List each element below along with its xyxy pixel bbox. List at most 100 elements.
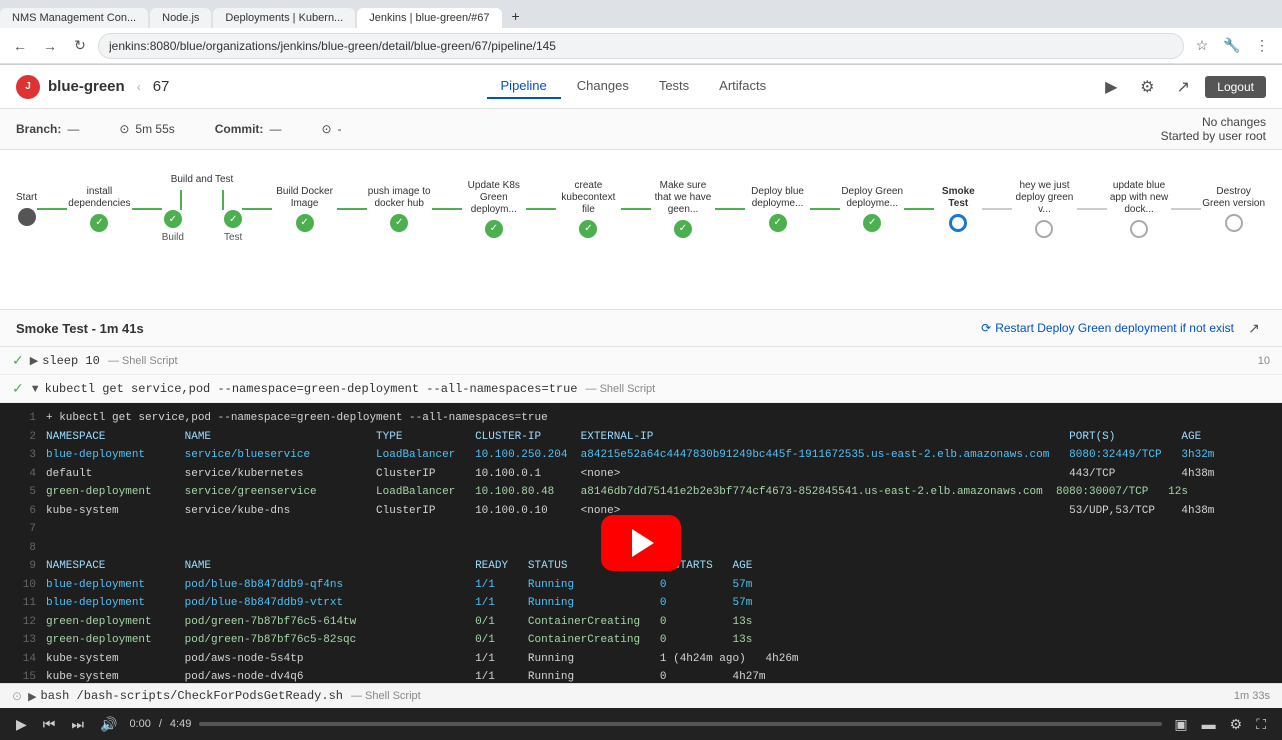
back-button[interactable]: ←: [8, 34, 32, 58]
external-link-icon[interactable]: ↗: [1169, 73, 1197, 101]
stage-update-k8s[interactable]: Update K8s Green deploym... ✓: [462, 180, 527, 238]
branch-test: ✓ Test: [224, 210, 242, 243]
tab-jenkins[interactable]: Jenkins | blue-green/#67: [357, 8, 501, 28]
branch-build: ✓ Build: [162, 210, 184, 243]
nav-pipeline[interactable]: Pipeline: [487, 74, 561, 99]
log-actions: ⟳ Restart Deploy Green deployment if not…: [981, 316, 1266, 340]
settings-button[interactable]: ⋮: [1250, 34, 1274, 58]
build-label: Build: [162, 232, 184, 243]
app-name: blue-green: [48, 78, 125, 95]
stage-destroy-green[interactable]: Destroy Green version: [1201, 186, 1266, 232]
tab-nms[interactable]: NMS Management Con...: [0, 8, 148, 28]
commit-value: —: [269, 122, 281, 136]
settings-icon[interactable]: ⚙: [1133, 73, 1161, 101]
pipeline-stages-wrapper: Start install dependencies ✓ Build and T…: [16, 166, 1266, 251]
stage-make-sure-node: ✓: [674, 220, 692, 238]
stage-install[interactable]: install dependencies ✓: [67, 186, 132, 232]
terminal-container: 1 + kubectl get service,pod --namespace=…: [0, 403, 1282, 683]
youtube-play-button[interactable]: [601, 515, 681, 571]
browser-tabs: NMS Management Con... Node.js Deployment…: [0, 0, 1282, 28]
fullscreen-button[interactable]: ⛶: [1252, 714, 1270, 735]
nav-changes[interactable]: Changes: [563, 74, 643, 99]
clock-value: -: [338, 122, 342, 136]
build-info-bar: Branch: — ⊙ 5m 55s Commit: — ⊙ - No chan…: [0, 109, 1282, 150]
stage-install-label: install dependencies: [67, 186, 132, 210]
tab-new[interactable]: +: [504, 4, 528, 28]
step-1-duration: 10: [1258, 355, 1270, 367]
stage-deploy-blue-node: ✓: [769, 214, 787, 232]
build-number: 67: [153, 78, 170, 95]
stage-hey-node: [1035, 220, 1053, 238]
commit-info: Commit: —: [215, 122, 282, 136]
connector-7: [621, 208, 651, 210]
stage-update-blue[interactable]: update blue app with new dock...: [1107, 180, 1172, 238]
stage-deploy-green[interactable]: Deploy Green deployme... ✓: [840, 186, 905, 232]
forward-button[interactable]: →: [38, 34, 62, 58]
player-volume-button[interactable]: 🔊: [96, 714, 121, 735]
stage-build-test[interactable]: Build and Test ✓ Build: [162, 174, 243, 243]
connector-13: [1171, 208, 1201, 210]
terminal-line-1: 1 + kubectl get service,pod --namespace=…: [0, 409, 1282, 428]
stage-kube-context[interactable]: create kubecontext file ✓: [556, 180, 621, 238]
stage-make-sure[interactable]: Make sure that we have geen... ✓: [651, 180, 716, 238]
bottom-step[interactable]: ⊙ ▶ bash /bash-scripts/CheckForPodsGetRe…: [0, 683, 1282, 708]
stage-install-node: ✓: [90, 214, 108, 232]
stage-push-node: ✓: [390, 214, 408, 232]
address-bar[interactable]: [98, 33, 1184, 59]
log-step-2[interactable]: ✓ ▼ kubectl get service,pod --namespace=…: [0, 375, 1282, 403]
video-player-bar: ▶ ⏮ ⏭ 🔊 0:00 / 4:49 ▣ ▬ ⚙ ⛶: [0, 708, 1282, 740]
app-header: J blue-green ‹ 67 Pipeline Changes Tests…: [0, 65, 1282, 109]
log-title: Smoke Test - 1m 41s: [16, 321, 144, 336]
player-settings-button[interactable]: ⚙: [1226, 714, 1247, 735]
log-separator: -: [92, 321, 100, 336]
extension-button[interactable]: 🔧: [1220, 34, 1244, 58]
player-skip-fwd-button[interactable]: ⏭: [67, 714, 88, 735]
terminal-line-5: 5 green-deployment service/greenservice …: [0, 483, 1282, 502]
tab-deployments[interactable]: Deployments | Kubern...: [213, 8, 355, 28]
step-1-name: sleep 10: [42, 354, 100, 368]
nav-artifacts[interactable]: Artifacts: [705, 74, 780, 99]
restart-label: Restart Deploy Green deployment if not e…: [995, 321, 1234, 335]
play-button[interactable]: ▶: [1097, 73, 1125, 101]
step-2-expand[interactable]: ▼: [30, 383, 41, 395]
changes-label: No changes: [1161, 115, 1266, 129]
stage-build-test-label: Build and Test: [171, 174, 234, 186]
bottom-step-expand[interactable]: ▶: [28, 690, 36, 703]
player-skip-back-button[interactable]: ⏮: [39, 714, 60, 735]
stage-push[interactable]: push image to docker hub ✓: [367, 186, 432, 232]
stage-deploy-green-label: Deploy Green deployme...: [840, 186, 905, 210]
connector-8: [715, 208, 745, 210]
time-icon: ⊙: [119, 122, 129, 136]
step-1-check: ✓: [12, 352, 24, 369]
reload-button[interactable]: ↻: [68, 34, 92, 58]
clock-info: ⊙ -: [321, 122, 341, 136]
bottom-step-type: — Shell Script: [351, 690, 421, 702]
external-link-button[interactable]: ↗: [1242, 316, 1266, 340]
connector-4: [337, 208, 367, 210]
time-total: 4:49: [170, 718, 191, 730]
nav-tests[interactable]: Tests: [645, 74, 703, 99]
logout-button[interactable]: Logout: [1205, 76, 1266, 98]
log-step-1[interactable]: ✓ ▶ sleep 10 — Shell Script 10: [0, 347, 1282, 375]
player-play-button[interactable]: ▶: [12, 714, 31, 735]
stage-hey[interactable]: hey we just deploy green v...: [1012, 180, 1077, 238]
step-2-name: kubectl get service,pod --namespace=gree…: [45, 382, 578, 396]
stage-smoke-test[interactable]: Smoke Test: [934, 186, 982, 232]
tab-nodejs[interactable]: Node.js: [150, 8, 211, 28]
stage-deploy-blue[interactable]: Deploy blue deployme... ✓: [745, 186, 810, 232]
pip-button[interactable]: ▣: [1170, 714, 1191, 735]
bookmark-button[interactable]: ☆: [1190, 34, 1214, 58]
logo-text: J: [25, 81, 31, 92]
branch-info: Branch: —: [16, 122, 79, 136]
header-nav: Pipeline Changes Tests Artifacts: [487, 74, 781, 99]
stage-start[interactable]: Start: [16, 192, 37, 226]
terminal-line-2: 2 NAMESPACE NAME TYPE CLUSTER-IP EXTERNA…: [0, 428, 1282, 447]
step-1-expand[interactable]: ▶: [30, 354, 38, 367]
stage-update-blue-label: update blue app with new dock...: [1107, 180, 1172, 216]
stage-docker[interactable]: Build Docker Image ✓: [272, 186, 337, 232]
restart-link[interactable]: ⟳ Restart Deploy Green deployment if not…: [981, 321, 1234, 335]
browser-chrome: NMS Management Con... Node.js Deployment…: [0, 0, 1282, 65]
title-separator: ‹: [137, 80, 141, 94]
build-status-right: No changes Started by user root: [1161, 115, 1266, 143]
theater-button[interactable]: ▬: [1198, 714, 1220, 734]
